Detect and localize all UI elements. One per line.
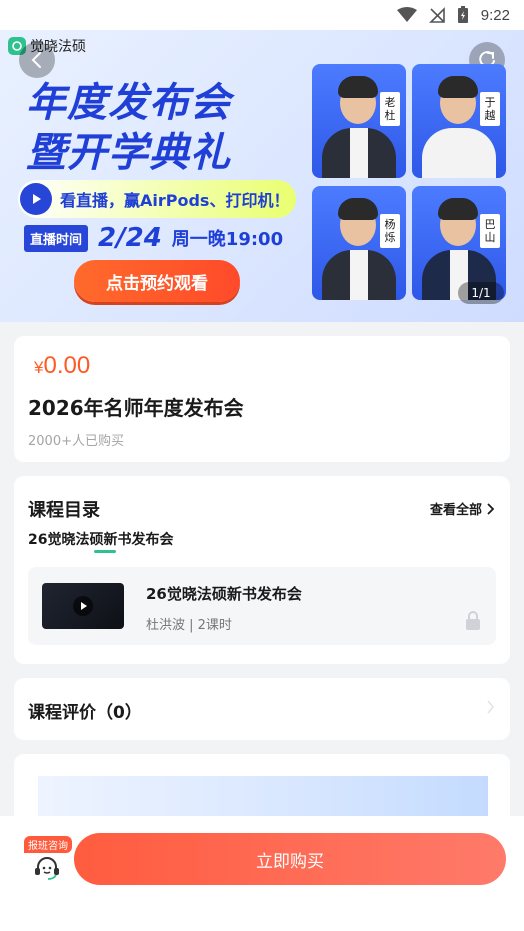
banner-pager: 1/1 bbox=[458, 282, 504, 304]
signal-icon bbox=[428, 7, 445, 23]
battery-icon bbox=[457, 6, 468, 23]
buyer-count: 2000+人已购买 bbox=[28, 434, 124, 449]
promo-text: 看直播，赢AirPods、打印机！ bbox=[60, 191, 290, 210]
price: ¥0.00 bbox=[34, 352, 90, 380]
price-value: 0.00 bbox=[43, 352, 91, 379]
consult-badge: 报班咨询 bbox=[24, 836, 72, 853]
chapter-tab-indicator bbox=[94, 550, 116, 553]
wifi-icon bbox=[396, 7, 417, 22]
see-all-link[interactable]: 查看全部 bbox=[430, 499, 494, 518]
teacher-card: 于越 bbox=[412, 64, 506, 178]
catalog-card: 课程目录 查看全部 26觉晓法硕新书发布会 26觉晓法硕新书发布会 杜洪波 | … bbox=[14, 476, 510, 664]
lesson-thumbnail bbox=[42, 583, 124, 629]
chapter-tab[interactable]: 26觉晓法硕新书发布会 bbox=[28, 529, 173, 549]
reserve-button[interactable]: 点击预约观看 bbox=[74, 260, 240, 302]
live-time: 周一晚19:00 bbox=[171, 229, 284, 250]
course-title: 2026年名师年度发布会 bbox=[28, 396, 244, 420]
chevron-right-icon bbox=[487, 502, 494, 515]
live-tag: 直播时间 bbox=[24, 224, 89, 252]
teacher-card: 杨烁 bbox=[312, 186, 406, 300]
product-info-card: ¥0.00 2026年名师年度发布会 2000+人已购买 bbox=[14, 336, 510, 462]
teacher-name: 老杜 bbox=[380, 92, 400, 126]
chevron-left-icon bbox=[31, 52, 41, 68]
teacher-name: 于越 bbox=[480, 92, 500, 126]
review-card[interactable]: 课程评价（0） bbox=[14, 678, 510, 740]
play-icon bbox=[73, 596, 93, 616]
clock: 9:22 bbox=[480, 6, 510, 24]
back-button[interactable] bbox=[19, 42, 55, 78]
teacher-card: 老杜 bbox=[312, 64, 406, 178]
status-bar: 9:22 bbox=[0, 0, 524, 30]
banner-title-line1: 年度发布会 bbox=[26, 80, 231, 126]
teacher-name: 杨烁 bbox=[380, 214, 400, 248]
lock-icon bbox=[466, 611, 480, 630]
live-date: 2/24 bbox=[98, 223, 162, 253]
catalog-heading: 课程目录 bbox=[28, 500, 100, 521]
banner-title-line2: 暨开学典礼 bbox=[26, 130, 231, 176]
chevron-right-icon bbox=[487, 700, 494, 714]
banner-title: 年度发布会 暨开学典礼 bbox=[26, 78, 231, 178]
promo-pill: 看直播，赢AirPods、打印机！ bbox=[18, 180, 296, 218]
see-all-label: 查看全部 bbox=[429, 503, 482, 518]
live-schedule: 直播时间 2/24 周一晚19:00 bbox=[24, 223, 283, 253]
review-title: 课程评价（0） bbox=[28, 703, 142, 723]
bottom-action-bar: 报班咨询 立即购买 bbox=[0, 816, 524, 931]
lesson-title: 26觉晓法硕新书发布会 bbox=[146, 585, 302, 603]
buy-now-button[interactable]: 立即购买 bbox=[74, 833, 506, 885]
lesson-meta: 杜洪波 | 2课时 bbox=[146, 618, 232, 633]
course-banner[interactable]: 觉晓法硕 年度发布会 暨开学典礼 看直播，赢AirPods、打印机！ 直播时间 … bbox=[0, 30, 524, 322]
headset-icon bbox=[35, 857, 59, 880]
play-icon bbox=[20, 183, 52, 215]
lesson-item[interactable]: 26觉晓法硕新书发布会 杜洪波 | 2课时 bbox=[28, 567, 496, 645]
consult-button[interactable]: 报班咨询 bbox=[16, 826, 72, 880]
teacher-name: 巴山 bbox=[480, 214, 500, 248]
